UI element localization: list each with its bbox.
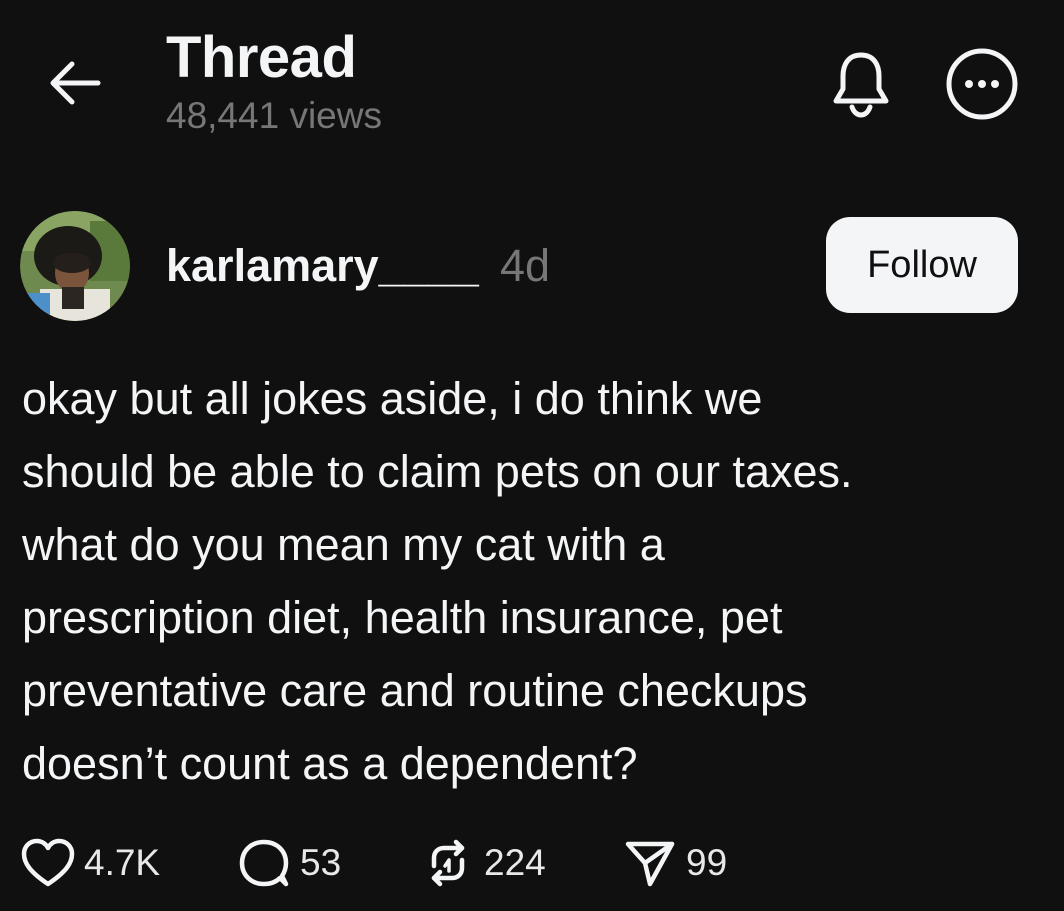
notifications-button[interactable] — [824, 44, 898, 124]
avatar-photo — [20, 211, 130, 321]
title-block: Thread 48,441 views — [166, 26, 382, 138]
post-text-line: what do you mean my cat with a — [22, 519, 665, 570]
arrow-left-icon — [50, 61, 101, 105]
post-author-row: karlamary____ 4d Follow — [0, 208, 1064, 324]
author-username[interactable]: karlamary____ — [166, 240, 479, 292]
avatar[interactable] — [20, 211, 130, 321]
page-title: Thread — [166, 25, 357, 90]
back-button[interactable] — [40, 48, 110, 118]
follow-button[interactable]: Follow — [826, 217, 1018, 313]
post-text: okay but all jokes aside, i do think we … — [22, 362, 1032, 800]
post-text-line: doesn’t count as a dependent? — [22, 738, 638, 789]
post-timestamp: 4d — [500, 240, 551, 291]
post-actions: 4.7K 53 224 99 — [0, 828, 1064, 898]
reply-button[interactable]: 53 — [236, 828, 341, 898]
post-text-line: preventative care and routine checkups — [22, 665, 808, 716]
more-options-button[interactable] — [942, 44, 1022, 124]
like-count: 4.7K — [84, 842, 161, 883]
heart-icon — [21, 838, 75, 887]
repost-icon — [431, 839, 465, 887]
post-text-line: okay but all jokes aside, i do think we — [22, 373, 763, 424]
share-button[interactable]: 99 — [622, 828, 727, 898]
repost-button[interactable]: 224 — [420, 828, 546, 898]
post-text-line: should be able to claim pets on our taxe… — [22, 446, 853, 497]
thread-header: Thread 48,441 views — [0, 0, 1064, 160]
send-icon — [625, 841, 675, 887]
repost-count: 224 — [484, 842, 546, 883]
bell-icon — [833, 52, 889, 118]
share-count: 99 — [686, 842, 728, 883]
view-count: 48,441 views — [166, 95, 382, 136]
like-button[interactable]: 4.7K — [20, 828, 160, 898]
reply-count: 53 — [300, 842, 342, 883]
more-circle-icon — [946, 48, 1018, 120]
comment-icon — [239, 839, 289, 887]
post-text-line: prescription diet, health insurance, pet — [22, 592, 783, 643]
